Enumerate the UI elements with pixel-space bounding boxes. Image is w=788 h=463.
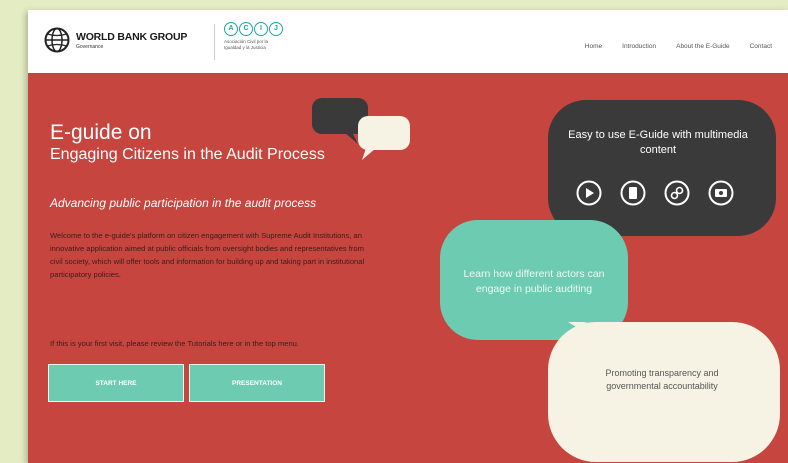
page-frame: WORLD BANK GROUP Governance A C I J Asoc… <box>28 10 788 463</box>
photo-icon[interactable] <box>708 180 734 206</box>
site-header: WORLD BANK GROUP Governance A C I J Asoc… <box>28 10 788 73</box>
top-nav: Home Introduction About the E-Guide Cont… <box>585 43 772 50</box>
actors-text: Learn how different actors can engage in… <box>463 268 605 295</box>
partner-letter-i: I <box>254 22 268 36</box>
nav-about[interactable]: About the E-Guide <box>676 43 729 50</box>
transparency-text: Promoting transparency and governmental … <box>605 368 719 391</box>
header-divider <box>214 24 215 60</box>
partner-logo[interactable]: A C I J Asociación Civil por la Igualdad… <box>224 22 284 50</box>
nav-home[interactable]: Home <box>585 43 602 50</box>
page-subtitle: Engaging Citizens in the Audit Process <box>50 146 325 163</box>
start-here-button[interactable]: START HERE <box>48 364 184 402</box>
page-title: E-guide on <box>50 121 152 144</box>
multimedia-text: Easy to use E-Guide with multimedia cont… <box>568 129 748 156</box>
tutorial-note: If this is your first visit, please revi… <box>50 339 300 348</box>
link-icon[interactable] <box>664 180 690 206</box>
brand-subtitle: Governance <box>76 44 104 50</box>
partner-letter-j: J <box>269 22 283 36</box>
play-icon[interactable] <box>576 180 602 206</box>
tagline: Advancing public participation in the au… <box>50 196 317 210</box>
brand-title[interactable]: WORLD BANK GROUP <box>76 31 187 43</box>
partner-letter-a: A <box>224 22 238 36</box>
nav-contact[interactable]: Contact <box>750 43 772 50</box>
globe-icon <box>44 27 70 53</box>
document-icon[interactable] <box>620 180 646 206</box>
partner-subtitle: Asociación Civil por la Igualdad y la Ju… <box>224 39 269 50</box>
presentation-button[interactable]: PRESENTATION <box>189 364 325 402</box>
intro-paragraph: Welcome to the e-guide's platform on cit… <box>50 231 365 279</box>
partner-letter-c: C <box>239 22 253 36</box>
nav-introduction[interactable]: Introduction <box>622 43 656 50</box>
chat-bubbles-icon <box>312 98 410 160</box>
